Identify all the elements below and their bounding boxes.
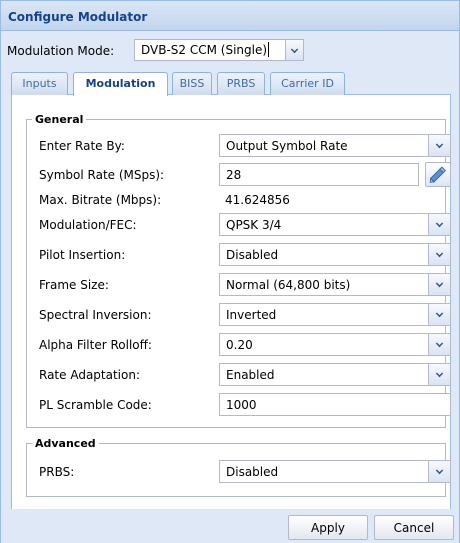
chevron-down-icon [435, 466, 444, 475]
tab-prbs[interactable]: PRBS [217, 72, 265, 95]
pencil-icon [429, 166, 446, 183]
modulation-mode-row: Modulation Mode: DVB-S2 CCM (Single) [1, 39, 459, 63]
modulation-fec-select[interactable]: QPSK 3/4 [219, 213, 451, 236]
modulation-fec-label: Modulation/FEC: [39, 218, 137, 232]
modulation-mode-dropdown-trigger[interactable] [285, 40, 303, 60]
pilot-insertion-value: Disabled [226, 248, 279, 262]
pl-scramble-code-label: PL Scramble Code: [39, 398, 152, 412]
symbol-rate-value: 28 [226, 168, 242, 182]
spectral-inversion-value: Inverted [226, 308, 277, 322]
pilot-insertion-label: Pilot Insertion: [39, 248, 126, 262]
cancel-button[interactable]: Cancel [374, 515, 454, 540]
modulation-mode-value: DVB-S2 CCM (Single) [141, 43, 268, 57]
modulation-panel: General Advanced Enter Rate By: Output S… [11, 95, 451, 510]
advanced-legend: Advanced [35, 437, 96, 450]
chevron-down-icon [435, 219, 444, 228]
max-bitrate-label: Max. Bitrate (Mbps): [39, 193, 162, 207]
apply-button[interactable]: Apply [288, 515, 368, 540]
enter-rate-by-value: Output Symbol Rate [226, 139, 348, 153]
chevron-down-icon [290, 45, 299, 54]
spectral-inversion-dropdown-trigger[interactable] [428, 304, 450, 325]
prbs-dropdown-trigger[interactable] [428, 461, 450, 482]
modulation-mode-select[interactable]: DVB-S2 CCM (Single) [134, 39, 304, 61]
prbs-label: PRBS: [39, 465, 75, 479]
prbs-select[interactable]: Disabled [219, 460, 451, 483]
chevron-down-icon [435, 279, 444, 288]
rate-adaptation-select[interactable]: Enabled [219, 363, 451, 386]
configure-modulator-dialog: Configure Modulator Modulation Mode: DVB… [0, 0, 460, 543]
rate-adaptation-dropdown-trigger[interactable] [428, 364, 450, 385]
rate-adaptation-value: Enabled [226, 368, 275, 382]
tab-biss[interactable]: BISS [172, 72, 212, 95]
pilot-insertion-select[interactable]: Disabled [219, 243, 451, 266]
alpha-filter-rolloff-dropdown-trigger[interactable] [428, 334, 450, 355]
tab-modulation[interactable]: Modulation [73, 72, 168, 96]
frame-size-select[interactable]: Normal (64,800 bits) [219, 273, 451, 296]
modulation-mode-label: Modulation Mode: [7, 44, 115, 58]
pl-scramble-code-input[interactable]: 1000 [219, 393, 451, 416]
alpha-filter-rolloff-value: 0.20 [226, 338, 253, 352]
alpha-filter-rolloff-label: Alpha Filter Rolloff: [39, 338, 152, 352]
chevron-down-icon [435, 309, 444, 318]
alpha-filter-rolloff-select[interactable]: 0.20 [219, 333, 451, 356]
chevron-down-icon [435, 249, 444, 258]
chevron-down-icon [435, 140, 444, 149]
dialog-footer: Apply Cancel [1, 509, 459, 543]
chevron-down-icon [435, 369, 444, 378]
max-bitrate-value: 41.624856 [225, 193, 290, 207]
text-cursor [268, 42, 269, 57]
dialog-title: Configure Modulator [1, 1, 459, 31]
frame-size-label: Frame Size: [39, 278, 109, 292]
symbol-rate-label: Symbol Rate (MSps): [39, 168, 165, 182]
prbs-value: Disabled [226, 465, 279, 479]
modulation-fec-dropdown-trigger[interactable] [428, 214, 450, 235]
frame-size-dropdown-trigger[interactable] [428, 274, 450, 295]
tab-inputs[interactable]: Inputs [11, 72, 68, 95]
enter-rate-by-dropdown-trigger[interactable] [428, 135, 450, 156]
chevron-down-icon [435, 339, 444, 348]
symbol-rate-input[interactable]: 28 [219, 163, 419, 186]
pl-scramble-code-value: 1000 [226, 398, 257, 412]
enter-rate-by-select[interactable]: Output Symbol Rate [219, 134, 451, 157]
enter-rate-by-label: Enter Rate By: [39, 139, 125, 153]
spectral-inversion-select[interactable]: Inverted [219, 303, 451, 326]
symbol-rate-edit-button[interactable] [425, 162, 451, 187]
rate-adaptation-label: Rate Adaptation: [39, 368, 141, 382]
pilot-insertion-dropdown-trigger[interactable] [428, 244, 450, 265]
general-legend: General [35, 113, 84, 126]
tab-carrier-id[interactable]: Carrier ID [270, 72, 345, 95]
spectral-inversion-label: Spectral Inversion: [39, 308, 152, 322]
modulation-fec-value: QPSK 3/4 [226, 218, 282, 232]
tab-strip: Inputs Modulation BISS PRBS Carrier ID [11, 72, 451, 96]
frame-size-value: Normal (64,800 bits) [226, 278, 351, 292]
